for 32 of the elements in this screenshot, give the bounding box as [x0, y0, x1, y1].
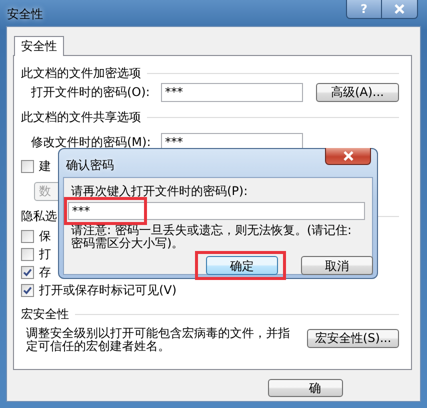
- field-label: 修改文件时的密码(M):: [30, 134, 152, 150]
- checkbox[interactable]: [21, 248, 34, 260]
- checkbox[interactable]: [21, 284, 34, 296]
- checkbox-label: 建: [39, 158, 51, 174]
- field-label: 请再次键入打开文件时的密码(P):: [71, 184, 248, 198]
- section-heading: 隐私选: [21, 208, 57, 224]
- section-heading: 宏安全性: [21, 306, 69, 322]
- section-heading: 此文档的文件加密选项: [21, 64, 141, 82]
- close-icon: [342, 151, 354, 161]
- checkbox-label: 打: [39, 246, 51, 262]
- button[interactable]: 高级(A)...: [316, 82, 399, 102]
- button[interactable]: 取消: [301, 256, 373, 275]
- password-field[interactable]: ***: [161, 82, 303, 102]
- button[interactable]: 宏安全性(S)...: [307, 329, 399, 348]
- section-heading: 此文档的文件共享选项: [21, 108, 141, 126]
- checkbox-label: 存: [39, 264, 51, 280]
- dialog-title: 确认密码: [66, 157, 114, 174]
- window-title: 安全性: [7, 6, 43, 23]
- button[interactable]: 确: [268, 379, 343, 397]
- tab[interactable]: 安全性: [14, 36, 64, 56]
- checkbox[interactable]: [21, 160, 34, 172]
- checkbox[interactable]: [21, 266, 34, 278]
- field-label: 打开文件时的密码(O):: [30, 84, 151, 100]
- password-field[interactable]: ***: [68, 202, 365, 220]
- close-button[interactable]: [325, 148, 371, 165]
- close-button[interactable]: [382, 0, 418, 19]
- checkbox-label: 打开或保存时标记可见(V): [39, 282, 177, 298]
- button[interactable]: 确定: [206, 256, 278, 275]
- close-icon: [394, 4, 405, 14]
- checkbox[interactable]: [21, 230, 34, 242]
- description-text: 调整安全级别以打开可能包含宏病毒的文件，并指定可信任的宏创建者姓名。: [25, 327, 291, 353]
- checkbox-label: 保: [39, 228, 51, 244]
